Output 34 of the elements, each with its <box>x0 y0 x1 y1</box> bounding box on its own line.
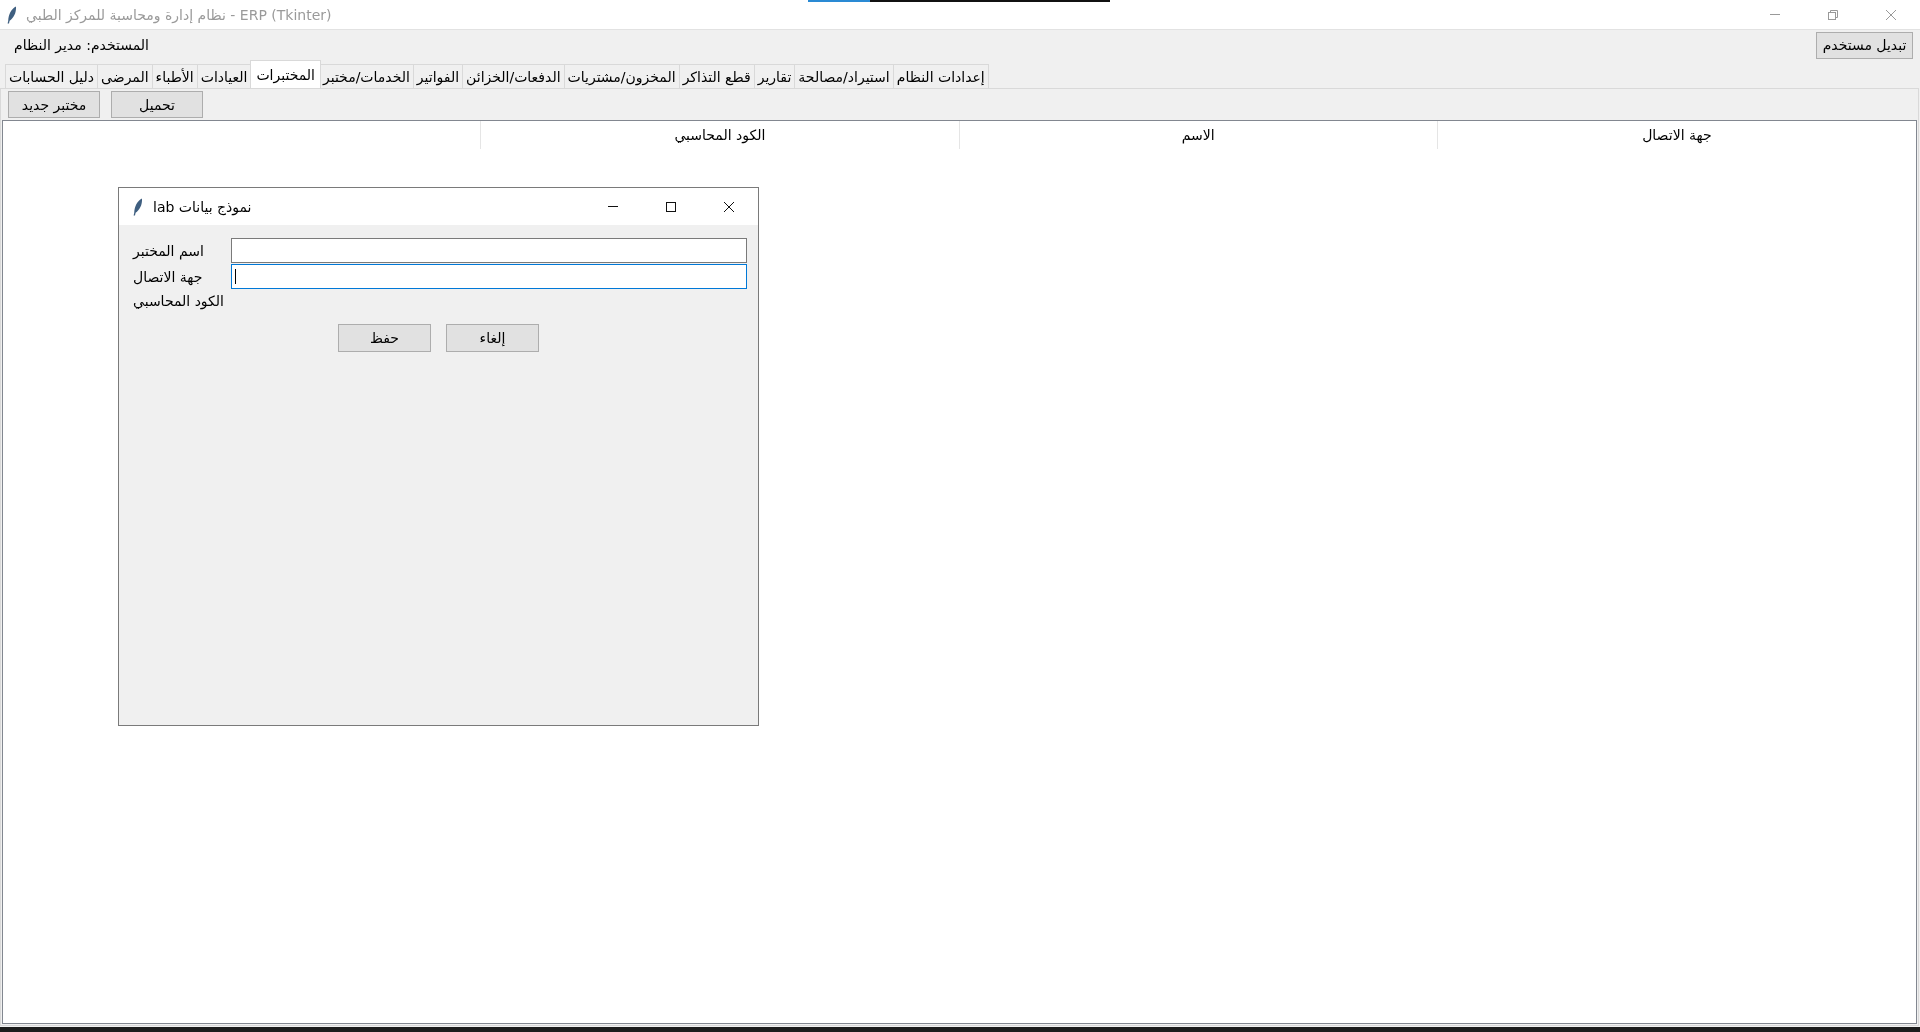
tab[interactable]: الدفعات/الخزائن <box>463 64 565 88</box>
close-icon <box>1886 9 1896 20</box>
dialog-title: lab نموذج بيانات <box>153 198 252 215</box>
tab[interactable]: الأطباء <box>152 64 198 88</box>
dialog-button[interactable]: إلغاء <box>446 324 539 352</box>
close-icon <box>724 201 734 212</box>
tab[interactable]: المرضى <box>98 64 153 88</box>
toolbar-button[interactable]: مختبر جديد <box>8 91 100 118</box>
user-label: المستخدم: مدير النظام <box>14 37 149 53</box>
field-label: اسم المختبر <box>133 242 204 259</box>
tab[interactable]: الخدمات/مختبر <box>319 64 414 88</box>
tab[interactable]: تقارير <box>754 64 796 88</box>
input-field[interactable] <box>231 264 747 289</box>
input-field[interactable] <box>231 238 747 263</box>
dialog-button[interactable]: حفظ <box>338 324 431 352</box>
minimize-icon <box>608 206 618 207</box>
toolbar-button[interactable]: تحميل <box>111 91 203 118</box>
text-caret-icon <box>235 269 236 284</box>
field-label: الكود المحاسبي <box>133 292 224 312</box>
maximize-icon <box>666 201 676 212</box>
tab[interactable]: استيراد/مصالحة <box>795 64 894 88</box>
tab[interactable]: إعدادات النظام <box>893 64 989 88</box>
field-label: جهة الاتصال <box>133 268 203 285</box>
tab[interactable]: المخزون/مشتريات <box>564 64 680 88</box>
feather-icon <box>133 197 143 216</box>
tab[interactable]: المختبرات <box>250 60 321 88</box>
minimize-icon <box>1770 14 1780 15</box>
window-title: نظام إدارة ومحاسبة للمركز الطبي - ERP (Tkinter) <box>26 6 332 23</box>
tab[interactable]: دليل الحسابات <box>5 64 99 88</box>
restore-icon <box>1828 9 1838 20</box>
tab[interactable]: الفواتير <box>413 64 464 88</box>
tab[interactable]: قطع التذاكر <box>679 64 755 88</box>
feather-icon <box>7 5 17 24</box>
switch-user-button[interactable]: تبديل مستخدم <box>1816 31 1913 59</box>
